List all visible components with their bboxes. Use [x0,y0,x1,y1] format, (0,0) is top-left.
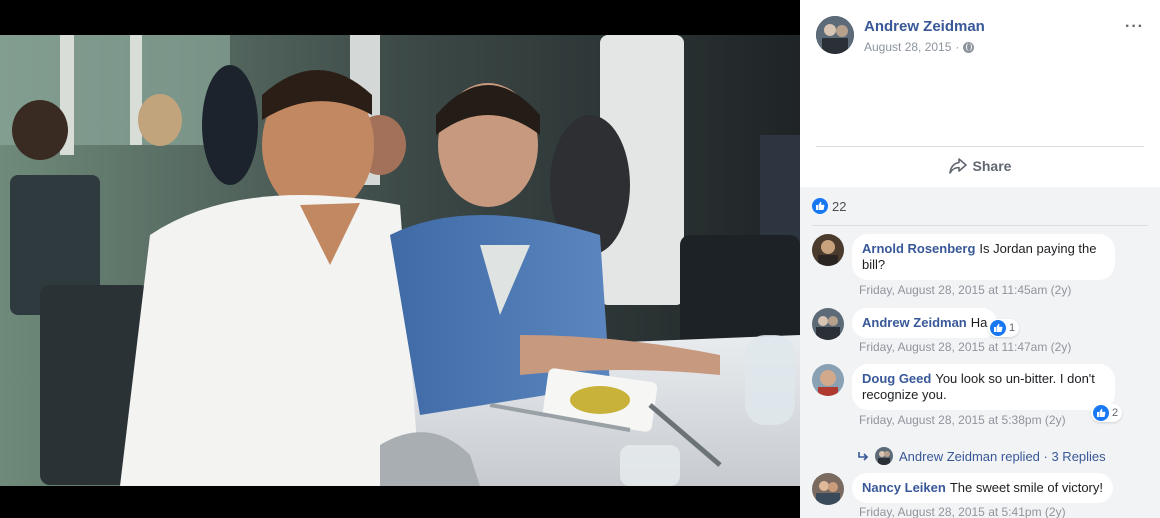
globe-icon[interactable] [963,41,975,53]
more-options-button[interactable]: ··· [1125,18,1144,36]
author-name[interactable]: Andrew Zeidman [864,18,985,35]
replies-label: Andrew Zeidman replied · 3 Replies [899,448,1106,464]
meta-separator: · [955,40,960,54]
commenter-avatar[interactable] [812,308,844,340]
post-photo[interactable] [0,35,800,486]
commenter-name[interactable]: Andrew Zeidman [862,315,967,330]
commenter-avatar[interactable] [812,234,844,266]
photo-stage[interactable] [0,0,800,518]
comment-bubble: Nancy Leiken The sweet smile of victory! [852,473,1113,503]
divider [812,225,1148,226]
divider [816,146,1144,147]
comments-section: 22 Arnold Rosenberg Is Jordan paying the … [800,187,1160,518]
reaction-count: 1 [1009,322,1016,334]
comment-reactions[interactable]: 2 [1091,404,1123,422]
replier-avatar [875,447,893,465]
like-icon [990,320,1006,336]
share-label: Share [972,158,1012,174]
author-avatar[interactable] [816,16,854,54]
reply-arrow-icon [858,452,869,461]
post-meta: August 28, 2015 · [864,40,975,54]
comment-bubble: Andrew Zeidman Ha [852,308,998,338]
reaction-count: 2 [1112,407,1119,419]
comment-timestamp[interactable]: Friday, August 28, 2015 at 11:47am (2y) [859,340,1071,354]
like-icon [1093,405,1109,421]
reaction-summary[interactable]: 22 [812,198,846,214]
commenter-name[interactable]: Nancy Leiken [862,480,946,495]
comment-timestamp[interactable]: Friday, August 28, 2015 at 11:45am (2y) [859,283,1071,297]
post-date[interactable]: August 28, 2015 [864,40,951,54]
commenter-avatar[interactable] [812,473,844,505]
comment-text: The sweet smile of victory! [949,480,1103,495]
share-button[interactable]: Share [800,148,1160,184]
photo-viewer: Andrew Zeidman August 28, 2015 · ··· Sha… [0,0,1160,518]
like-count: 22 [832,198,847,214]
commenter-name[interactable]: Doug Geed [862,371,931,386]
post-side-panel: Andrew Zeidman August 28, 2015 · ··· Sha… [800,0,1160,518]
comment-bubble: Doug Geed You look so un-bitter. I don't … [852,364,1115,410]
view-replies-link[interactable]: Andrew Zeidman replied · 3 Replies [857,447,1106,465]
share-icon [948,158,967,174]
post-header: Andrew Zeidman August 28, 2015 · ··· [816,16,1146,56]
comment-timestamp[interactable]: Friday, August 28, 2015 at 5:38pm (2y) [859,413,1066,427]
comment-text: Ha [970,315,988,330]
like-icon [812,198,828,214]
comment-timestamp[interactable]: Friday, August 28, 2015 at 5:41pm (2y) [859,505,1066,518]
commenter-name[interactable]: Arnold Rosenberg [862,241,975,256]
commenter-avatar[interactable] [812,364,844,396]
comment-bubble: Arnold Rosenberg Is Jordan paying the bil… [852,234,1115,280]
comment-reactions[interactable]: 1 [988,319,1020,337]
